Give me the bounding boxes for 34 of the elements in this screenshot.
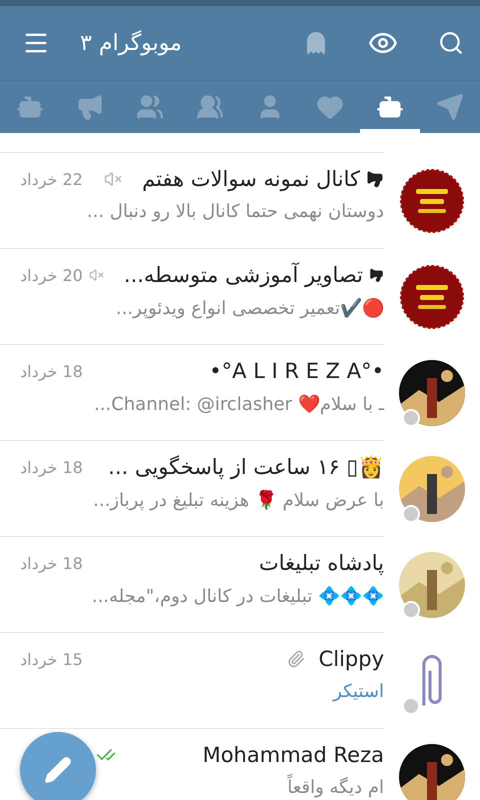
chat-date: 18 خرداد [20, 554, 83, 572]
chat-date: 18 خرداد [20, 458, 83, 476]
chat-title: تصاویر آموزشی متوسطه... [124, 263, 363, 287]
group-icon [136, 93, 164, 121]
chat-title: کانال نمونه سوالات هفتم [142, 167, 360, 191]
chat-title: پادشاه تبلیغات [258, 551, 384, 575]
paper-plane-icon [436, 93, 464, 121]
chat-date: 20 خرداد [20, 266, 83, 284]
search-icon [438, 30, 464, 56]
ghost-icon [304, 31, 328, 55]
message-preview: استیکر [333, 681, 384, 702]
people-icon [196, 93, 224, 121]
compose-button[interactable] [20, 732, 96, 800]
message-preview: ـ با سلام❤ Channel: @irclasher... [94, 393, 384, 415]
chat-row[interactable]: تصاویر آموزشی متوسطه... 20 خرداد 🔴✔تعمیر تخصصی انواع ویدئوپر... [0, 249, 480, 345]
message-preview: دوستان نهمی حتما کانال بالا رو دنبال ... [86, 201, 384, 222]
chat-date: 15 خرداد [20, 650, 83, 668]
chat-row[interactable]: کانال نمونه سوالات هفتم 22 خرداد دوستان نهمی حتما کانال بالا رو دنبال ... [0, 153, 480, 249]
chat-row[interactable]: پادشاه تبلیغات 18 خرداد 💠💠💠 تبلیغات در کانال دوم،"مجله... [0, 537, 480, 633]
app-title: موبوگرام ۳ [79, 30, 183, 56]
chat-title: Clippy [318, 647, 384, 671]
chat-title: •°A L I R E Z A°• [209, 359, 384, 383]
chat-date: 18 خرداد [20, 362, 83, 380]
message-preview: 💠💠💠 تبلیغات در کانال دوم،"مجله... [92, 585, 384, 607]
pencil-icon [44, 756, 72, 784]
ghost-button[interactable] [304, 31, 328, 55]
chat-title: 👸▯ ۱۶ ساعت از پاسخگویی ... [108, 455, 384, 479]
megaphone-icon [76, 93, 104, 121]
search-button[interactable] [438, 30, 464, 56]
chat-row[interactable]: 👸▯ ۱۶ ساعت از پاسخگویی ... 18 خرداد با عرض سلام 🌹 هزینه تبلیغ در پرباز... [0, 441, 480, 537]
chat-date: 22 خرداد [20, 170, 83, 188]
chat-title: Mohammad Reza [202, 743, 384, 767]
message-preview: با عرض سلام 🌹 هزینه تبلیغ در پرباز... [93, 489, 384, 511]
message-preview: 🔴✔تعمیر تخصصی انواع ویدئوپر... [116, 297, 384, 319]
